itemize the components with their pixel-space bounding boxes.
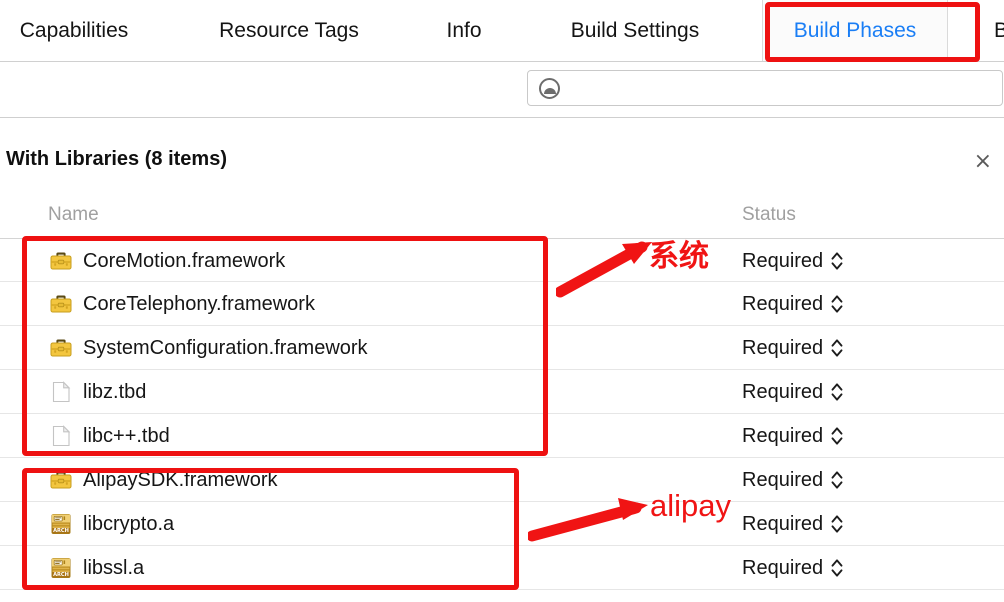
tab-build-phases[interactable]: Build Phases [762,0,948,61]
table-row[interactable]: ARCH libcrypto.a Required [0,502,1004,546]
tab-build-settings[interactable]: Build Settings [545,0,725,61]
build-phase-section-header: With Libraries (8 items) × [0,138,1004,190]
row-name-cell: CoreMotion.framework [48,239,285,283]
library-name-label: libz.tbd [83,381,146,404]
search-input[interactable] [527,70,1003,106]
tab-build-rules[interactable]: B [988,0,1004,61]
status-popup-button[interactable]: Required [742,326,843,370]
status-popup-button[interactable]: Required [742,414,843,458]
chevron-up-down-icon[interactable] [831,337,843,359]
svg-text:ARCH: ARCH [53,528,69,534]
column-header-status[interactable]: Status [742,196,796,234]
tab-label: B [994,19,1004,43]
tab-capabilities[interactable]: Capabilities [0,0,148,61]
document-icon [48,379,74,405]
archive-arch-icon: ARCH [48,511,74,537]
chevron-up-down-icon[interactable] [831,469,843,491]
status-value: Required [742,557,823,580]
chevron-up-down-icon[interactable] [831,381,843,403]
chevron-up-down-icon[interactable] [831,425,843,447]
library-name-label: SystemConfiguration.framework [83,337,368,360]
status-value: Required [742,425,823,448]
table-row[interactable]: ARCH libssl.a Required [0,546,1004,590]
chevron-up-down-icon[interactable] [831,513,843,535]
search-icon [539,78,560,99]
framework-toolbox-icon [48,248,74,274]
svg-text:ARCH: ARCH [53,572,69,578]
tab-label: Capabilities [20,19,129,43]
table-row[interactable]: CoreTelephony.framework Required [0,282,1004,326]
close-icon[interactable]: × [974,151,992,173]
row-name-cell: CoreTelephony.framework [48,282,315,326]
column-header-name[interactable]: Name [48,196,99,234]
chevron-up-down-icon[interactable] [831,557,843,579]
tab-label: Resource Tags [219,19,359,43]
table-row[interactable]: libz.tbd Required [0,370,1004,414]
framework-toolbox-icon [48,335,74,361]
status-value: Required [742,250,823,273]
row-name-cell: ARCH libssl.a [48,546,144,590]
library-name-label: libssl.a [83,557,144,580]
tab-label: Build Settings [571,19,699,43]
status-value: Required [742,337,823,360]
table-row[interactable]: AlipaySDK.framework Required [0,458,1004,502]
library-name-label: CoreTelephony.framework [83,293,315,316]
status-popup-button[interactable]: Required [742,370,843,414]
row-name-cell: AlipaySDK.framework [48,458,278,502]
row-name-cell: ARCH libcrypto.a [48,502,174,546]
table-row[interactable]: SystemConfiguration.framework Required [0,326,1004,370]
status-popup-button[interactable]: Required [742,239,843,283]
table-row[interactable]: CoreMotion.framework Required [0,238,1004,282]
status-value: Required [742,381,823,404]
row-name-cell: SystemConfiguration.framework [48,326,368,370]
archive-arch-icon: ARCH [48,555,74,581]
status-popup-button[interactable]: Required [742,458,843,502]
status-value: Required [742,513,823,536]
table-row[interactable]: libc++.tbd Required [0,414,1004,458]
status-popup-button[interactable]: Required [742,502,843,546]
tab-resource-tags[interactable]: Resource Tags [190,0,388,61]
row-name-cell: libz.tbd [48,370,146,414]
framework-toolbox-icon [48,467,74,493]
status-popup-button[interactable]: Required [742,282,843,326]
row-name-cell: libc++.tbd [48,414,170,458]
library-name-label: libc++.tbd [83,425,170,448]
library-name-label: CoreMotion.framework [83,250,285,273]
page-title: With Libraries (8 items) [6,148,227,171]
libraries-row-list: CoreMotion.frameworkRequiredCoreTelephon… [0,238,1004,590]
library-name-label: AlipaySDK.framework [83,469,278,492]
chevron-up-down-icon[interactable] [831,250,843,272]
library-name-label: libcrypto.a [83,513,174,536]
tab-label: Info [446,19,481,43]
status-popup-button[interactable]: Required [742,546,843,590]
editor-tab-bar: Capabilities Resource Tags Info Build Se… [0,0,1004,62]
framework-toolbox-icon [48,291,74,317]
status-value: Required [742,293,823,316]
status-value: Required [742,469,823,492]
tab-label: Build Phases [794,19,917,43]
tab-info[interactable]: Info [420,0,508,61]
chevron-up-down-icon[interactable] [831,293,843,315]
document-icon [48,423,74,449]
